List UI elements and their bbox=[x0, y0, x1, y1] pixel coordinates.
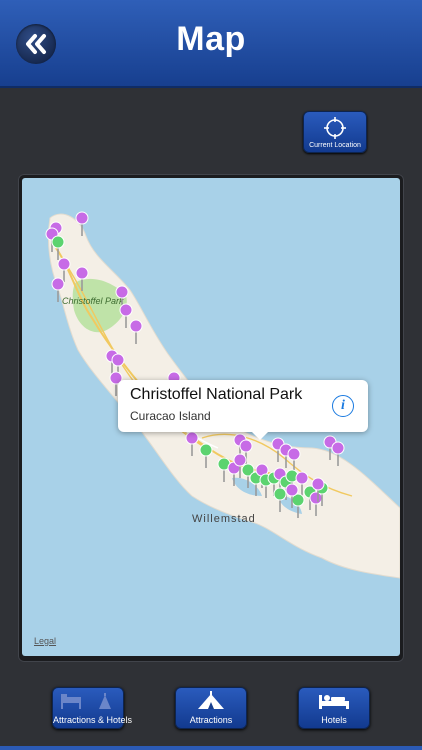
tent-icon bbox=[198, 691, 224, 709]
tab-attractions-hotels[interactable]: Attractions & Hotels bbox=[52, 687, 133, 729]
current-location-label: Current Location bbox=[309, 142, 361, 149]
city-label: Willemstad bbox=[192, 513, 256, 525]
bottom-accent-line bbox=[0, 746, 422, 750]
navigation-bar: Map bbox=[0, 0, 422, 88]
legal-link[interactable]: Legal bbox=[34, 636, 56, 646]
park-label: Christoffel Park bbox=[62, 296, 124, 306]
tab-label: Hotels bbox=[321, 715, 347, 725]
tab-label: Attractions & Hotels bbox=[53, 715, 133, 725]
tab-hotels[interactable]: Hotels bbox=[298, 687, 370, 729]
tab-label: Attractions bbox=[189, 715, 233, 725]
info-icon[interactable]: i bbox=[332, 395, 354, 417]
page-title: Map bbox=[176, 20, 246, 58]
tab-attractions[interactable]: Attractions bbox=[175, 687, 247, 729]
callout-subtitle: Curacao Island bbox=[130, 409, 211, 423]
bed-and-tent-icon bbox=[61, 693, 111, 709]
bed-icon bbox=[319, 695, 349, 709]
callout-title: Christoffel National Park bbox=[130, 386, 303, 403]
map-callout[interactable]: Christoffel National Park Curacao Island… bbox=[118, 380, 368, 440]
bottom-toolbar: Attractions & Hotels Attractions Hotels bbox=[0, 672, 422, 750]
crosshair-icon bbox=[324, 117, 346, 139]
current-location-button[interactable]: Current Location bbox=[303, 111, 367, 153]
